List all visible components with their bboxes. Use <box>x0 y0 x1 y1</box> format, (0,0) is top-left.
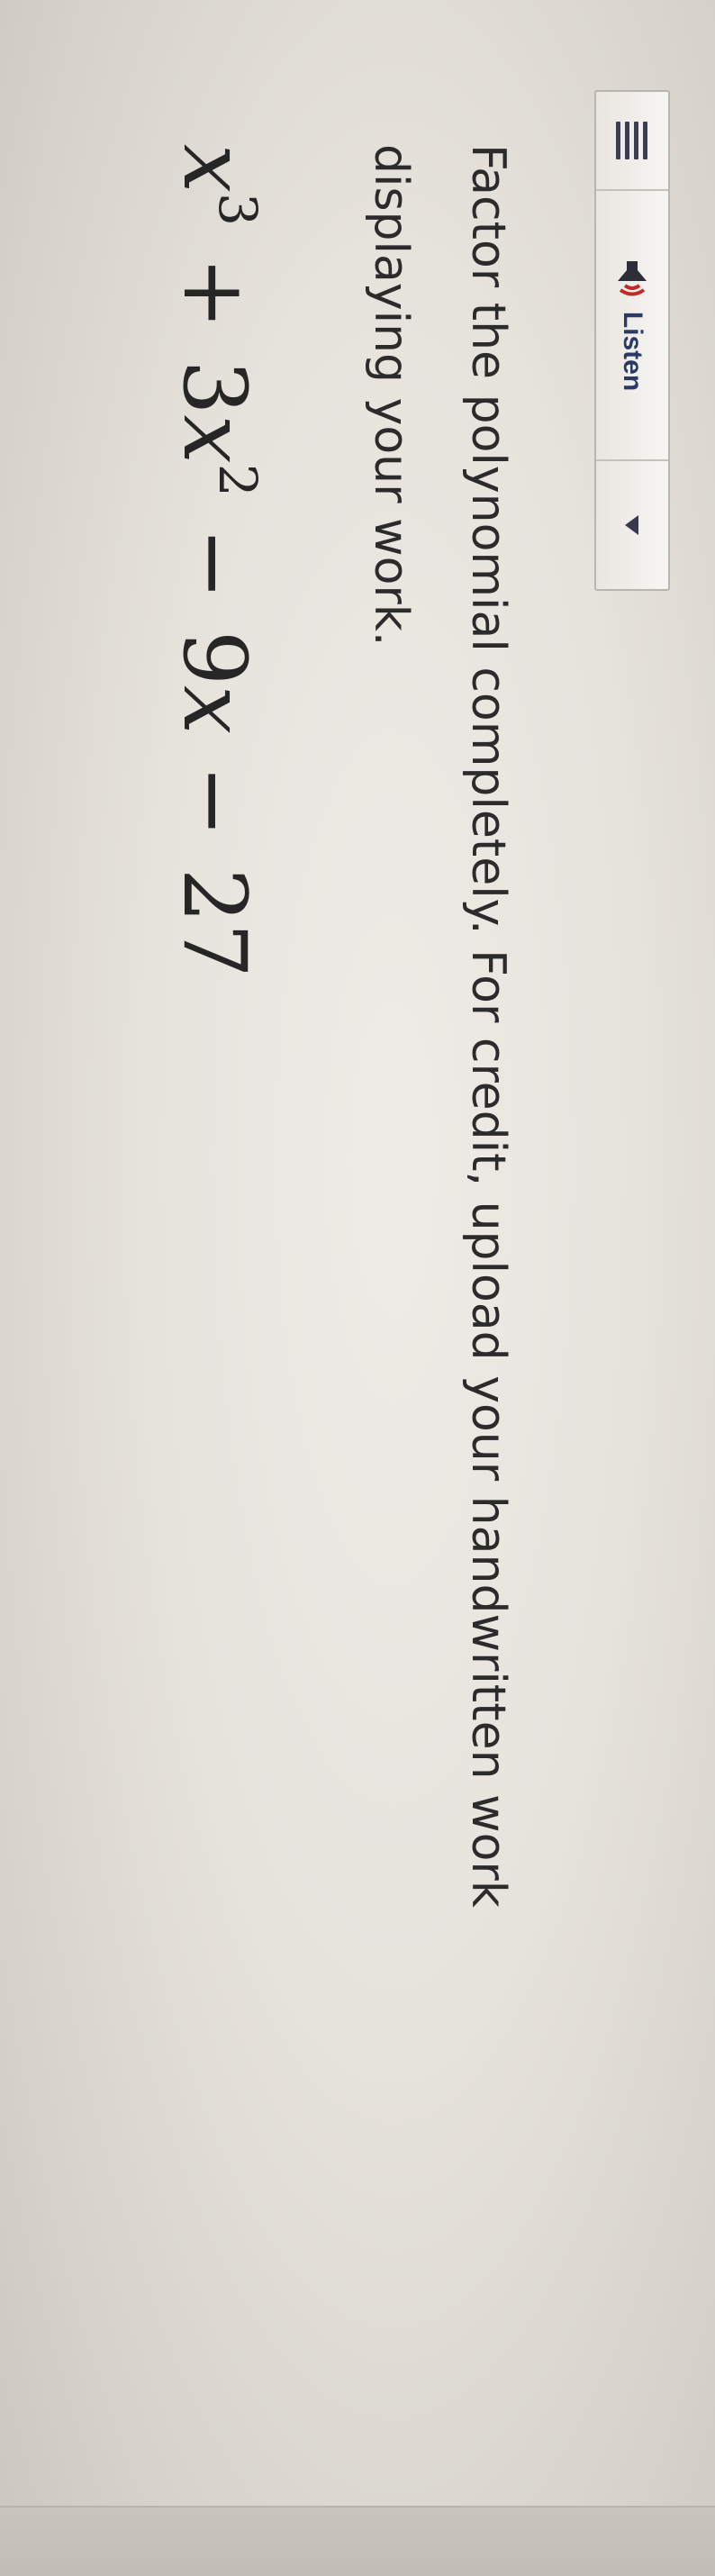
question-prompt: Factor the polynomial completely. For cr… <box>364 144 515 1908</box>
variable-x: x <box>164 414 265 464</box>
exponent: 3 <box>207 193 268 227</box>
listen-button[interactable]: Listen <box>596 191 668 461</box>
operator: − <box>164 765 265 838</box>
listen-label: Listen <box>618 311 647 392</box>
caret-down-icon <box>625 515 638 535</box>
variable-x: x <box>164 685 265 735</box>
menu-button[interactable] <box>596 92 668 191</box>
screen-bezel-edge <box>0 2506 715 2576</box>
coefficient: 9 <box>164 630 265 686</box>
coefficient: 3 <box>164 359 265 415</box>
speaker-icon <box>618 260 647 296</box>
read-aloud-toolbar: Listen <box>594 90 670 591</box>
polynomial-expression: x3+3x2−9x−27 <box>164 144 268 978</box>
operator: + <box>164 257 265 330</box>
exponent: 2 <box>207 463 268 497</box>
constant-term: 27 <box>164 867 265 978</box>
operator: − <box>164 527 265 601</box>
listen-options-dropdown[interactable] <box>596 461 668 589</box>
variable-x: x <box>164 144 265 194</box>
menu-icon <box>616 122 648 159</box>
question-page: Listen Factor the polynomial completely.… <box>0 0 715 2574</box>
